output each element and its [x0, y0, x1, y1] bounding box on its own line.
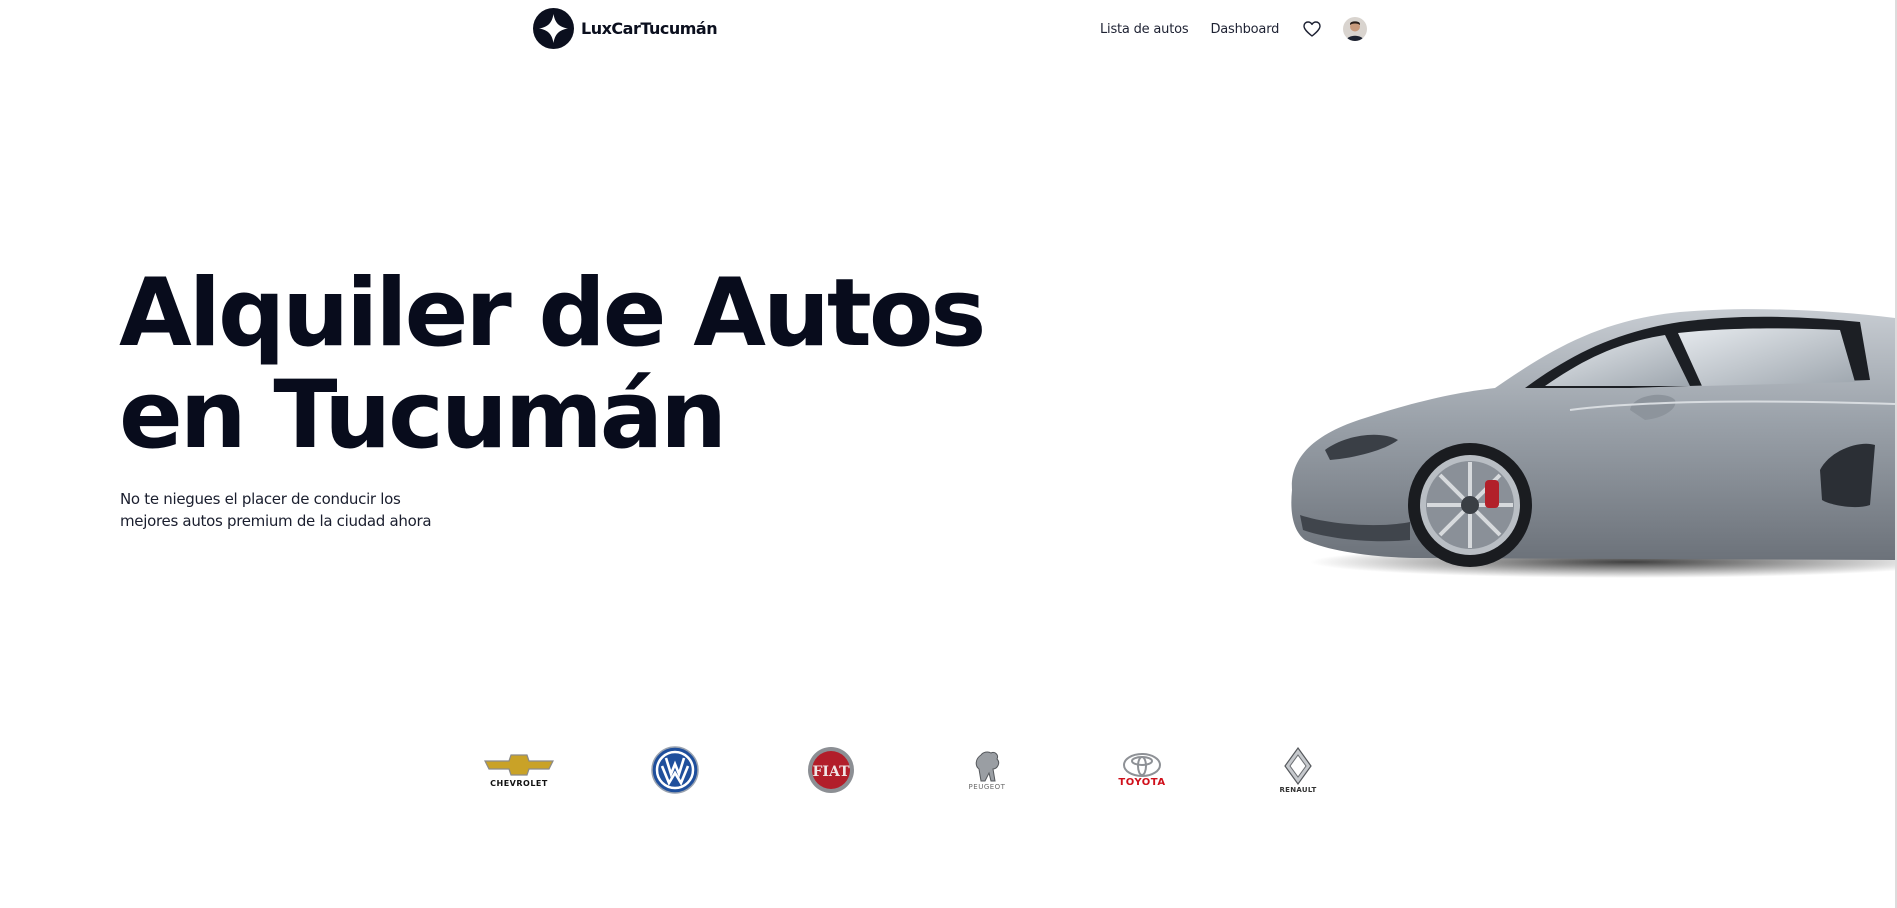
brand-renault-label: RENAULT: [1279, 786, 1317, 794]
brand-renault[interactable]: RENAULT: [1253, 745, 1343, 795]
brand-fiat[interactable]: FIAT: [786, 745, 876, 795]
brand-toyota-label: TOYOTA: [1118, 776, 1166, 788]
brand-fiat-label: FIAT: [812, 764, 850, 780]
brand-peugeot-label: PEUGEOT: [968, 783, 1006, 791]
brand-chevrolet[interactable]: CHEVROLET: [474, 745, 564, 795]
hero-title: Alquiler de Autos en Tucumán: [119, 259, 986, 470]
hero-subtitle: No te niegues el placer de conducir los …: [120, 488, 440, 532]
user-avatar[interactable]: [1343, 17, 1368, 41]
hero-car-image: [1291, 309, 1895, 578]
hero-subtitle-line-1: No te niegues el placer de conducir los: [120, 490, 401, 508]
volkswagen-logo-icon: [651, 746, 699, 794]
logo-mark-icon: [533, 8, 574, 49]
hero-title-line-1: Alquiler de Autos: [119, 259, 986, 368]
brand-toyota[interactable]: TOYOTA: [1097, 745, 1187, 795]
toyota-logo-icon: [1123, 752, 1161, 777]
brand-volkswagen[interactable]: [630, 745, 720, 795]
peugeot-lion-icon: [975, 751, 1000, 782]
brand-logos: CHEVROLET FIAT PEUGEOT TOYOTA RENAULT: [0, 745, 1897, 805]
hero-subtitle-line-2: mejores autos premium de la ciudad ahora: [120, 512, 432, 530]
avatar-image: [1343, 17, 1368, 41]
brand-name: LuxCarTucumán: [581, 19, 718, 38]
heart-icon: [1303, 21, 1321, 37]
fiat-logo-icon: FIAT: [808, 747, 854, 793]
logo-link[interactable]: LuxCarTucumán: [533, 8, 718, 49]
brand-peugeot[interactable]: PEUGEOT: [942, 745, 1032, 795]
brand-chevrolet-label: CHEVROLET: [490, 778, 548, 788]
chevrolet-bowtie-icon: [484, 753, 554, 776]
hero-title-line-2: en Tucumán: [119, 361, 727, 470]
renault-diamond-icon: [1284, 746, 1312, 786]
main-nav: Lista de autos Dashboard: [1100, 17, 1368, 41]
site-header: LuxCarTucumán Lista de autos Dashboard: [0, 0, 1897, 58]
nav-cars-list[interactable]: Lista de autos: [1100, 22, 1189, 37]
favorites-button[interactable]: [1301, 18, 1323, 40]
nav-dashboard[interactable]: Dashboard: [1210, 22, 1279, 37]
